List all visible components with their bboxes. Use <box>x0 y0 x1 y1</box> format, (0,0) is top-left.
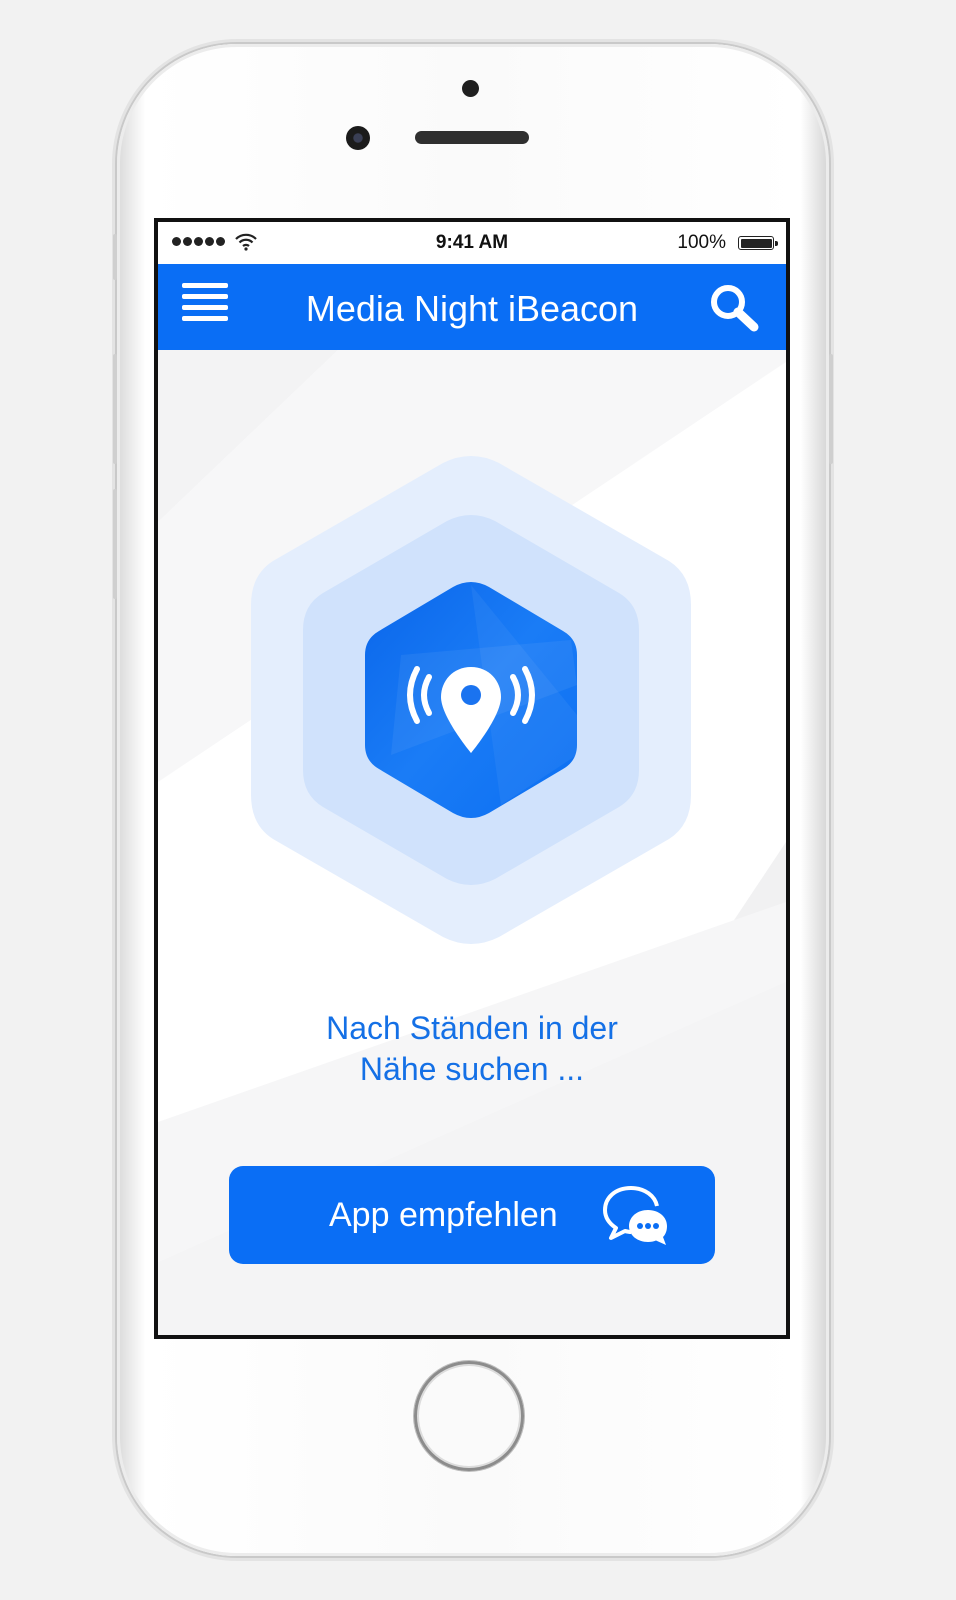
battery-percentage: 100% <box>677 232 726 253</box>
chat-bubbles-icon <box>603 1186 667 1245</box>
scan-status-line-2: Nähe suchen ... <box>359 1051 585 1087</box>
recommend-app-button[interactable]: App empfehlen <box>229 1166 715 1264</box>
volume-down-button <box>113 489 117 599</box>
mute-switch <box>113 234 117 280</box>
volume-up-button <box>113 354 117 464</box>
search-icon[interactable] <box>708 282 760 332</box>
front-camera <box>346 126 370 150</box>
proximity-sensor <box>462 80 479 97</box>
status-bar: 9:41 AM 100% <box>158 222 786 264</box>
power-button <box>829 354 833 464</box>
home-button[interactable] <box>414 1361 524 1471</box>
beacon-scan-graphic <box>251 455 691 945</box>
scan-status-text: Nach Ständen in der Nähe suchen ... <box>158 1008 786 1090</box>
app-screen: 9:41 AM 100% Media Night iBeacon Nach St… <box>154 218 790 1339</box>
battery-icon <box>738 236 778 250</box>
scan-status-line-1: Nach Ständen in der <box>326 1010 618 1046</box>
recommend-app-label: App empfehlen <box>329 1196 558 1234</box>
hamburger-menu-icon[interactable] <box>182 283 230 331</box>
nav-bar: Media Night iBeacon <box>158 264 786 350</box>
earpiece-speaker <box>415 131 529 144</box>
page-title: Media Night iBeacon <box>305 288 639 329</box>
